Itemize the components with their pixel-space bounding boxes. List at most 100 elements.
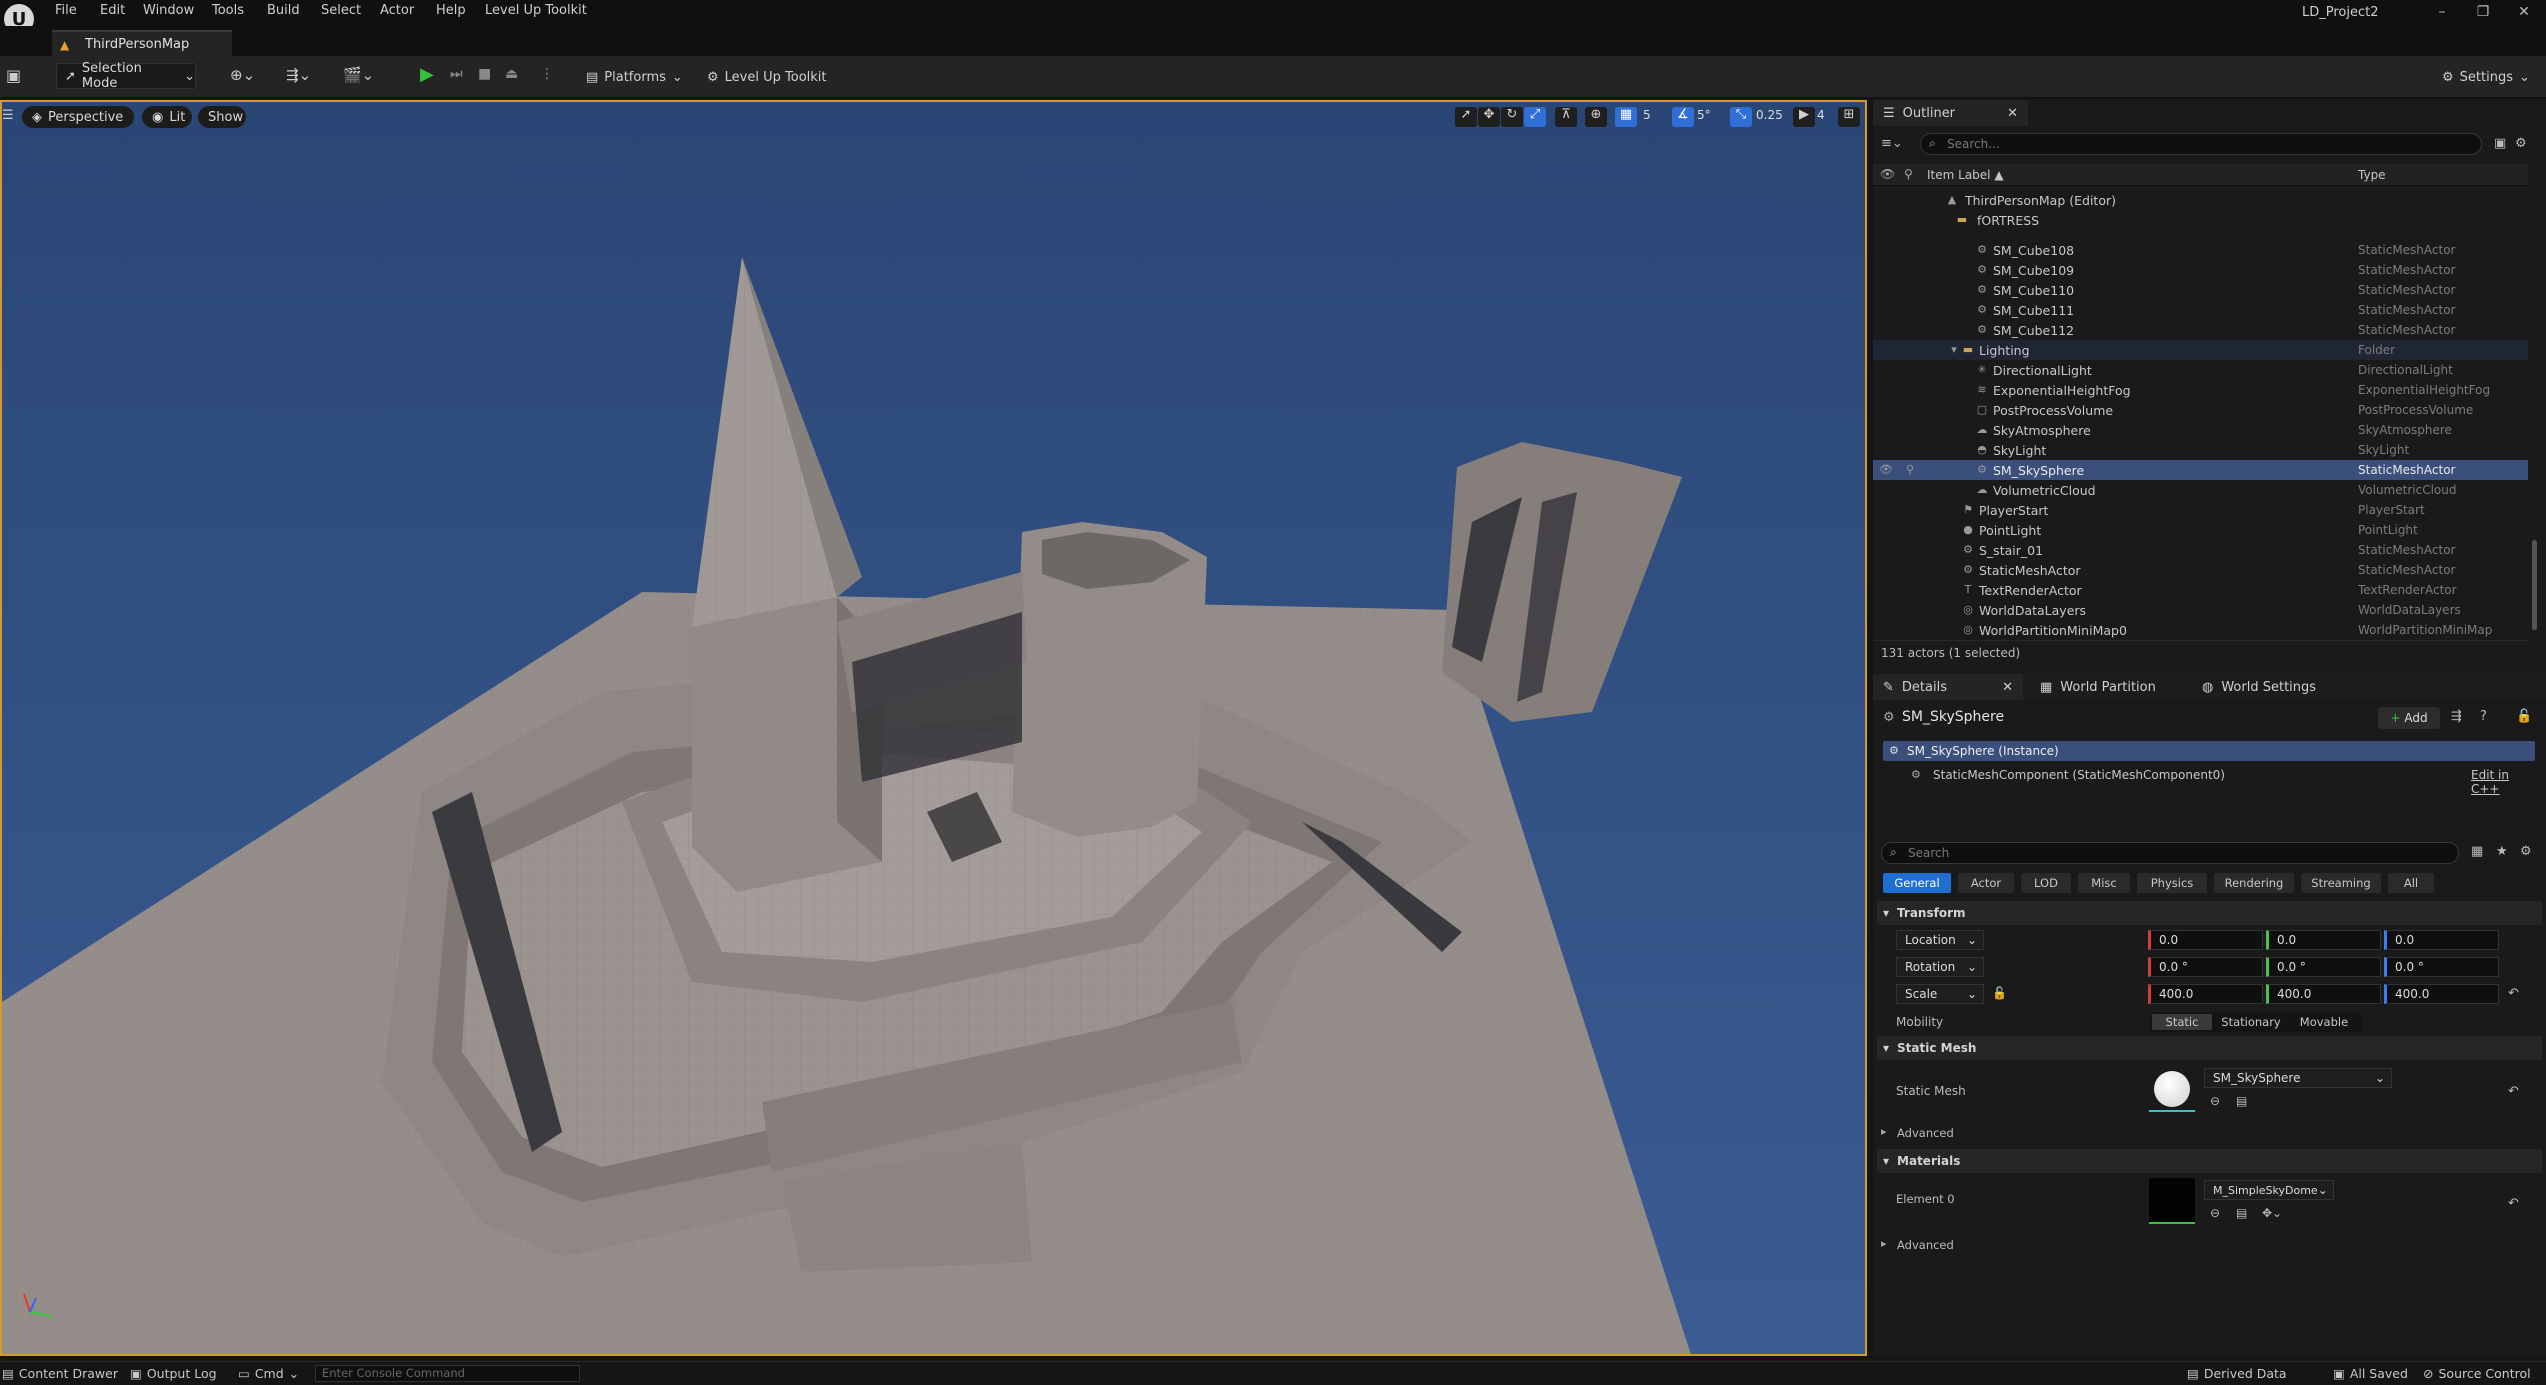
tab-outliner[interactable]: ☰ Outliner ✕ [1873,100,2028,126]
filter-icon[interactable]: ≡⌄ [1881,136,1903,151]
blueprint-icon[interactable]: ⇶⌄ [286,66,311,84]
details-search-input[interactable]: ⌕ Search [1881,842,2459,864]
star-icon[interactable]: ★ [2496,844,2508,859]
location-y-input[interactable]: 0.0 [2266,930,2381,950]
add-folder-icon[interactable]: ▣ [2494,136,2506,151]
tab-world-partition[interactable]: ▦ World Partition [2030,674,2190,700]
menu-build[interactable]: Build [267,3,300,18]
grid-snap-value[interactable]: 5 [1643,108,1651,122]
lit-button[interactable]: ◉ Lit [142,106,192,128]
derived-data-button[interactable]: ▤ Derived Data [2187,1366,2287,1381]
add-actor-icon[interactable]: ⊕⌄ [230,66,255,84]
all-saved-button[interactable]: ▣ All Saved [2333,1366,2408,1381]
scale-x-input[interactable]: 400.0 [2148,984,2263,1004]
reset-icon[interactable]: ↶ [2508,1084,2519,1099]
cmd-dropdown[interactable]: ▭ Cmd ⌄ [238,1366,299,1381]
source-control-button[interactable]: ⊘ Source Control [2423,1366,2531,1381]
reset-icon[interactable]: ↶ [2508,986,2519,1001]
list-item[interactable]: ⚙ SM_Cube109 StaticMeshActor [1873,260,2528,280]
tab-details[interactable]: ✎ Details ✕ [1873,674,2023,700]
scale-tool-icon[interactable]: ⤢ [1524,107,1546,127]
folder-item[interactable]: ▾ ▬ Lighting Folder [1873,340,2528,360]
rotation-y-input[interactable]: 0.0 ° [2266,957,2381,977]
list-item[interactable]: ⚙ S_stair_01 StaticMeshActor [1873,540,2528,560]
use-selected-icon[interactable]: ⊖ [2210,1206,2220,1220]
list-item[interactable]: ▬ fORTRESS [1873,210,2528,230]
translate-tool-icon[interactable]: ✥ [1478,107,1500,127]
level-viewport[interactable] [0,100,1867,1356]
menu-level-up-toolkit[interactable]: Level Up Toolkit [485,3,587,18]
list-item[interactable]: ⚙ StaticMeshActor StaticMeshActor [1873,560,2528,580]
advanced-row[interactable]: ▸ Advanced [1877,1122,2542,1144]
minimize-icon[interactable]: – [2430,4,2454,22]
menu-edit[interactable]: Edit [100,3,125,18]
list-item[interactable]: ☁ VolumetricCloud VolumetricCloud [1873,480,2528,500]
lock-icon[interactable]: 🔓 [1992,986,2007,1000]
menu-tools[interactable]: Tools [212,3,244,18]
use-selected-icon[interactable]: ⊖ [2210,1094,2220,1108]
reset-icon[interactable]: ↶ [2508,1196,2519,1211]
tab-world-settings[interactable]: ◍ World Settings [2192,674,2352,700]
viewport-layout-icon[interactable]: ⊞ [1838,107,1860,127]
level-up-toolkit-button[interactable]: ⚙ Level Up Toolkit [707,64,827,90]
scale-z-input[interactable]: 400.0 [2384,984,2499,1004]
list-item[interactable]: ⚙ SM_Cube110 StaticMeshActor [1873,280,2528,300]
type-column-header[interactable]: Type [2358,168,2386,182]
visibility-icon[interactable]: 👁 [1879,463,1893,477]
mobility-movable[interactable]: Movable [2290,1014,2358,1030]
grid-snap-icon[interactable]: ▦ [1615,107,1637,127]
list-item[interactable]: ◎ WorldDataLayers WorldDataLayers [1873,600,2528,620]
hamburger-icon[interactable]: ☰ [2,108,14,123]
mobility-static[interactable]: Static [2152,1014,2212,1030]
list-item[interactable]: ✳ DirectionalLight DirectionalLight [1873,360,2528,380]
console-command-input[interactable]: Enter Console Command [315,1365,580,1382]
location-z-input[interactable]: 0.0 [2384,930,2499,950]
location-x-input[interactable]: 0.0 [2148,930,2263,950]
stop-icon[interactable]: ■ [478,66,491,82]
list-item[interactable]: ☁ SkyAtmosphere SkyAtmosphere [1873,420,2528,440]
close-icon[interactable]: ✕ [2007,106,2018,121]
close-window-icon[interactable]: ✕ [2512,4,2536,22]
location-dropdown[interactable]: Location ⌄ [1896,930,1984,950]
select-tool-icon[interactable]: ➚ [1455,107,1477,127]
scale-snap-value[interactable]: 0.25 [1756,108,1783,122]
cinematics-icon[interactable]: 🎬⌄ [343,66,374,84]
browse-icon[interactable]: ▤ [2236,1206,2247,1220]
list-item[interactable]: ◎ WorldPartitionMiniMap0 WorldPartitionMin… [1873,620,2528,640]
actor-name[interactable]: SM_SkySphere [1902,709,2004,725]
rotate-tool-icon[interactable]: ↻ [1501,107,1523,127]
filter-general[interactable]: General [1883,873,1951,893]
filter-misc[interactable]: Misc [2078,873,2130,893]
scale-snap-icon[interactable]: ⤡ [1730,107,1752,127]
scale-dropdown[interactable]: Scale ⌄ [1896,984,1984,1004]
material-thumbnail[interactable] [2149,1178,2195,1224]
pin-icon[interactable]: ⚲ [1903,463,1917,477]
content-drawer-button[interactable]: ▤ Content Drawer [2,1366,118,1381]
edit-cpp-link[interactable]: Edit in C++ [2471,768,2535,796]
list-item[interactable]: ⚑ PlayerStart PlayerStart [1873,500,2528,520]
selection-mode-dropdown[interactable]: ➚ Selection Mode ⌄ [56,61,196,91]
filter-all[interactable]: All [2388,873,2434,893]
transform-section-header[interactable]: ▾ Transform [1877,901,2542,925]
list-item[interactable]: ≋ ExponentialHeightFog ExponentialHeightFo… [1873,380,2528,400]
list-item[interactable]: ⚙ SM_Cube111 StaticMeshActor [1873,300,2528,320]
surface-snap-icon[interactable]: ⊼ [1555,107,1577,127]
rotation-snap-value[interactable]: 5° [1697,108,1711,122]
eject-icon[interactable]: ⏏ [505,66,518,82]
camera-speed-value[interactable]: 4 [1817,108,1825,122]
rotation-x-input[interactable]: 0.0 ° [2148,957,2263,977]
platforms-button[interactable]: ▤ Platforms ⌄ [586,64,683,90]
browse-icon[interactable]: ▤ [2236,1094,2247,1108]
list-item[interactable]: ▢ PostProcessVolume PostProcessVolume [1873,400,2528,420]
blueprint-icon[interactable]: ⇶ [2451,709,2462,724]
save-icon[interactable]: ▣ [6,66,21,85]
material-options-icon[interactable]: ✥⌄ [2262,1206,2282,1220]
scale-y-input[interactable]: 400.0 [2266,984,2381,1004]
filter-streaming[interactable]: Streaming [2301,873,2381,893]
show-button[interactable]: Show [198,106,246,128]
output-log-button[interactable]: ▣ Output Log [130,1366,217,1381]
pin-column-icon[interactable]: ⚲ [1904,167,1913,181]
visibility-column-icon[interactable]: 👁 [1880,167,1895,181]
static-mesh-section-header[interactable]: ▾ Static Mesh [1877,1036,2542,1060]
world-local-icon[interactable]: ⊕ [1585,107,1607,127]
